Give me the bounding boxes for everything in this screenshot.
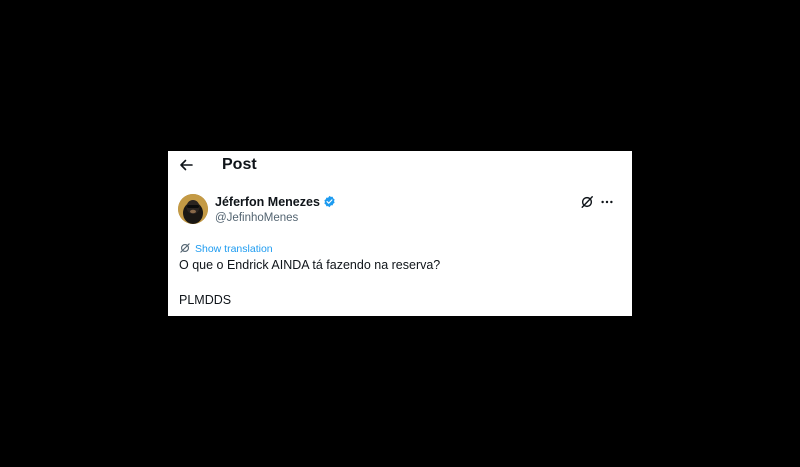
page-title: Post <box>222 156 257 173</box>
author-display-name[interactable]: Jéferfon Menezes <box>215 195 320 209</box>
more-horizontal-icon[interactable] <box>600 195 614 209</box>
post-text-line: O que o Endrick AINDA tá fazendo na rese… <box>179 258 441 272</box>
show-translation-label[interactable]: Show translation <box>195 243 273 255</box>
post-text-line: PLMDDS <box>179 293 232 307</box>
post-card: Post Jéferfon Menezes @JefinhoMenes Show… <box>168 151 632 316</box>
grok-icon[interactable] <box>580 195 594 209</box>
avatar-image <box>178 194 208 224</box>
post-header: Post <box>168 151 632 179</box>
show-translation-link[interactable]: Show translation <box>179 239 273 255</box>
avatar[interactable] <box>178 194 208 224</box>
verified-badge-icon <box>324 195 335 208</box>
author-name-row[interactable]: Jéferfon Menezes <box>215 195 336 210</box>
author-handle[interactable]: @JefinhoMenes <box>215 211 298 225</box>
translate-icon <box>180 243 190 253</box>
arrow-left-icon[interactable] <box>178 157 194 173</box>
